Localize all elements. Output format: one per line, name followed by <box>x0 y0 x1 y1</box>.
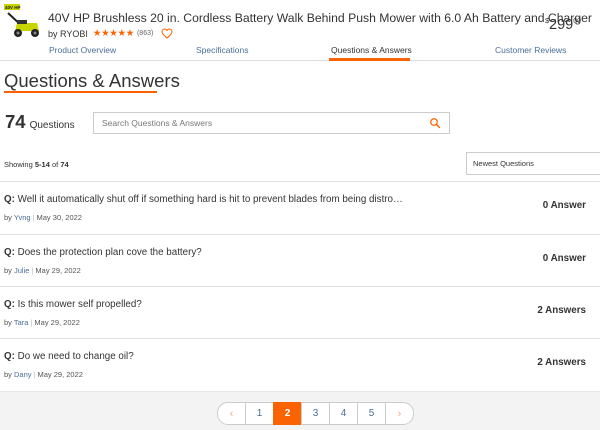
question-body[interactable]: Do we need to change oil? <box>18 351 134 362</box>
question-row[interactable]: Q: Is this mower self propelled? by Tara… <box>0 286 600 339</box>
question-author[interactable]: Yvng <box>14 213 31 222</box>
answer-count[interactable]: 0 Answer <box>543 200 586 211</box>
page-4-button[interactable]: 4 <box>329 402 358 425</box>
heart-icon[interactable] <box>161 28 173 39</box>
question-date: May 30, 2022 <box>36 213 82 222</box>
showing-total: 74 <box>60 160 69 169</box>
product-title: 40V HP Brushless 20 in. Cordless Battery… <box>48 11 592 25</box>
active-tab-indicator <box>329 58 410 61</box>
question-row[interactable]: Q: Does the protection plan cove the bat… <box>0 234 600 287</box>
question-text[interactable]: Q: Does the protection plan cove the bat… <box>4 247 202 258</box>
prev-page-button[interactable]: ‹ <box>217 402 246 425</box>
page-2-button[interactable]: 2 <box>273 402 302 425</box>
answer-count[interactable]: 2 Answers <box>537 357 586 368</box>
pagination-bar: ‹ 1 2 3 4 5 › <box>0 391 600 430</box>
tab-product-overview[interactable]: Product Overview <box>49 45 116 55</box>
question-prefix: Q: <box>4 247 15 258</box>
question-date: May 29, 2022 <box>37 370 83 379</box>
answer-count[interactable]: 0 Answer <box>543 253 586 264</box>
question-author[interactable]: Tara <box>14 318 29 327</box>
page-3-button[interactable]: 3 <box>301 402 330 425</box>
page-1-button[interactable]: 1 <box>245 402 274 425</box>
showing-summary: Showing 5-14 of 74 <box>4 160 69 169</box>
question-body[interactable]: Well it automatically shut off if someth… <box>18 194 403 205</box>
product-price: $29900 <box>545 17 581 33</box>
showing-range: 5-14 <box>34 160 50 169</box>
meta-divider: | <box>31 266 34 275</box>
meta-divider: | <box>33 370 36 379</box>
question-meta: by Julie | May 29, 2022 <box>4 266 81 275</box>
tab-questions-answers[interactable]: Questions & Answers <box>331 45 412 55</box>
rating-stars[interactable]: ★★★★★ <box>93 28 134 39</box>
tab-customer-reviews[interactable]: Customer Reviews <box>495 45 566 55</box>
brand-link[interactable]: RYOBI <box>60 29 88 39</box>
question-date: May 29, 2022 <box>34 318 80 327</box>
question-author[interactable]: Dany <box>14 370 32 379</box>
product-byline: by RYOBI ★★★★★ (863) <box>48 28 173 39</box>
question-body[interactable]: Does the protection plan cove the batter… <box>18 247 202 258</box>
price-currency: $ <box>545 18 549 25</box>
by-prefix: by <box>48 28 58 39</box>
by-label: by <box>4 266 12 275</box>
question-date: May 29, 2022 <box>35 266 81 275</box>
price-whole: 299 <box>549 17 574 33</box>
question-row[interactable]: Q: Do we need to change oil? by Dany | May… <box>0 338 600 391</box>
rating-count[interactable]: (863) <box>137 30 153 37</box>
price-cents: 00 <box>573 18 581 25</box>
question-count: 74 Questions <box>5 111 75 133</box>
question-count-number: 74 <box>5 111 26 132</box>
by-label: by <box>4 318 12 327</box>
question-meta: by Tara | May 29, 2022 <box>4 318 80 327</box>
question-count-label: Questions <box>29 120 75 131</box>
meta-divider: | <box>32 213 35 222</box>
question-body[interactable]: Is this mower self propelled? <box>18 299 142 310</box>
question-meta: by Dany | May 29, 2022 <box>4 370 83 379</box>
question-text[interactable]: Q: Do we need to change oil? <box>4 351 134 362</box>
pagination: ‹ 1 2 3 4 5 › <box>217 402 414 425</box>
product-thumbnail[interactable]: 40V HP <box>3 1 41 41</box>
answer-count[interactable]: 2 Answers <box>537 305 586 316</box>
question-row[interactable]: Q: Well it automatically shut off if som… <box>0 181 600 234</box>
title-underline <box>4 91 157 93</box>
thumb-badge-text: 40V HP <box>5 5 21 10</box>
question-prefix: Q: <box>4 351 15 362</box>
next-page-button[interactable]: › <box>385 402 414 425</box>
by-label: by <box>4 213 12 222</box>
page-title: Questions & Answers <box>4 70 180 91</box>
tab-specifications[interactable]: Specifications <box>196 45 248 55</box>
product-tabs: Product Overview Specifications Question… <box>0 44 600 61</box>
sort-dropdown[interactable]: Newest Questions <box>466 152 600 175</box>
question-meta: by Yvng | May 30, 2022 <box>4 213 82 222</box>
showing-prefix: Showing <box>4 160 33 169</box>
search-icon[interactable] <box>429 117 441 129</box>
product-header: 40V HP 40V HP Brushless 20 in. Cordless … <box>0 0 600 46</box>
page-5-button[interactable]: 5 <box>357 402 386 425</box>
question-author[interactable]: Julie <box>14 266 29 275</box>
question-prefix: Q: <box>4 299 15 310</box>
question-text[interactable]: Q: Is this mower self propelled? <box>4 299 142 310</box>
showing-of: of <box>51 160 59 169</box>
by-label: by <box>4 370 12 379</box>
question-text[interactable]: Q: Well it automatically shut off if som… <box>4 194 403 205</box>
search-input[interactable] <box>94 113 414 133</box>
search-box <box>93 112 450 134</box>
meta-divider: | <box>30 318 33 327</box>
question-prefix: Q: <box>4 194 15 205</box>
